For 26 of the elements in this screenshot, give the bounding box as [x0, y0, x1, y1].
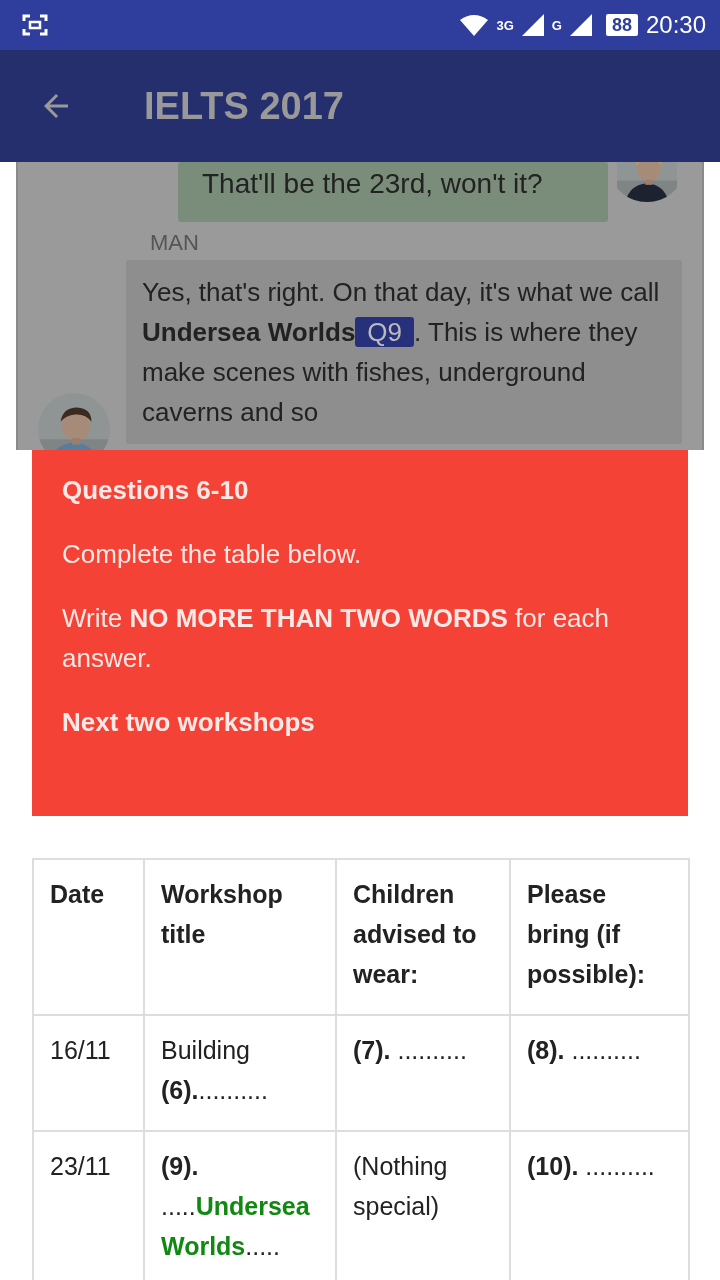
column-header: Workshop title — [144, 859, 336, 1015]
table-cell: (8). .......... — [510, 1015, 689, 1131]
screen-title: IELTS 2017 — [144, 84, 344, 128]
instruction-text: Write NO MORE THAN TWO WORDS for each answer. — [62, 602, 610, 675]
column-header: Children advised to wear: — [336, 859, 510, 1015]
speaker-label: MAN — [150, 230, 200, 256]
question-badge[interactable]: Q9 — [355, 317, 415, 347]
network-label: 3G — [496, 17, 514, 33]
network-label: G — [551, 17, 562, 33]
wifi-icon — [460, 14, 489, 36]
table-heading: Next two workshops — [62, 706, 316, 739]
signal-icon — [569, 14, 592, 36]
table-cell: Building (6)........... — [144, 1015, 336, 1131]
chat-message: Yes, that's right. On that day, it's what we call Undersea Worlds Q9 . This is where they make scenes with fishes, underground caverns and so — [142, 276, 661, 429]
table-cell: 23/11 — [33, 1131, 144, 1280]
battery-level: 88 — [605, 14, 638, 36]
table-cell: (7). .......... — [336, 1015, 510, 1131]
table-cell: 16/11 — [33, 1015, 144, 1131]
instruction-text: Complete the table below. — [62, 538, 363, 571]
screenshot-icon — [22, 14, 48, 36]
questions-heading: Questions 6-10 — [62, 474, 250, 507]
clock: 20:30 — [645, 11, 706, 39]
chat-message: That'll be the 23rd, won't it? — [178, 162, 608, 222]
column-header: Please bring (if possible): — [510, 859, 689, 1015]
signal-icon — [521, 14, 544, 36]
column-header: Date — [33, 859, 144, 1015]
